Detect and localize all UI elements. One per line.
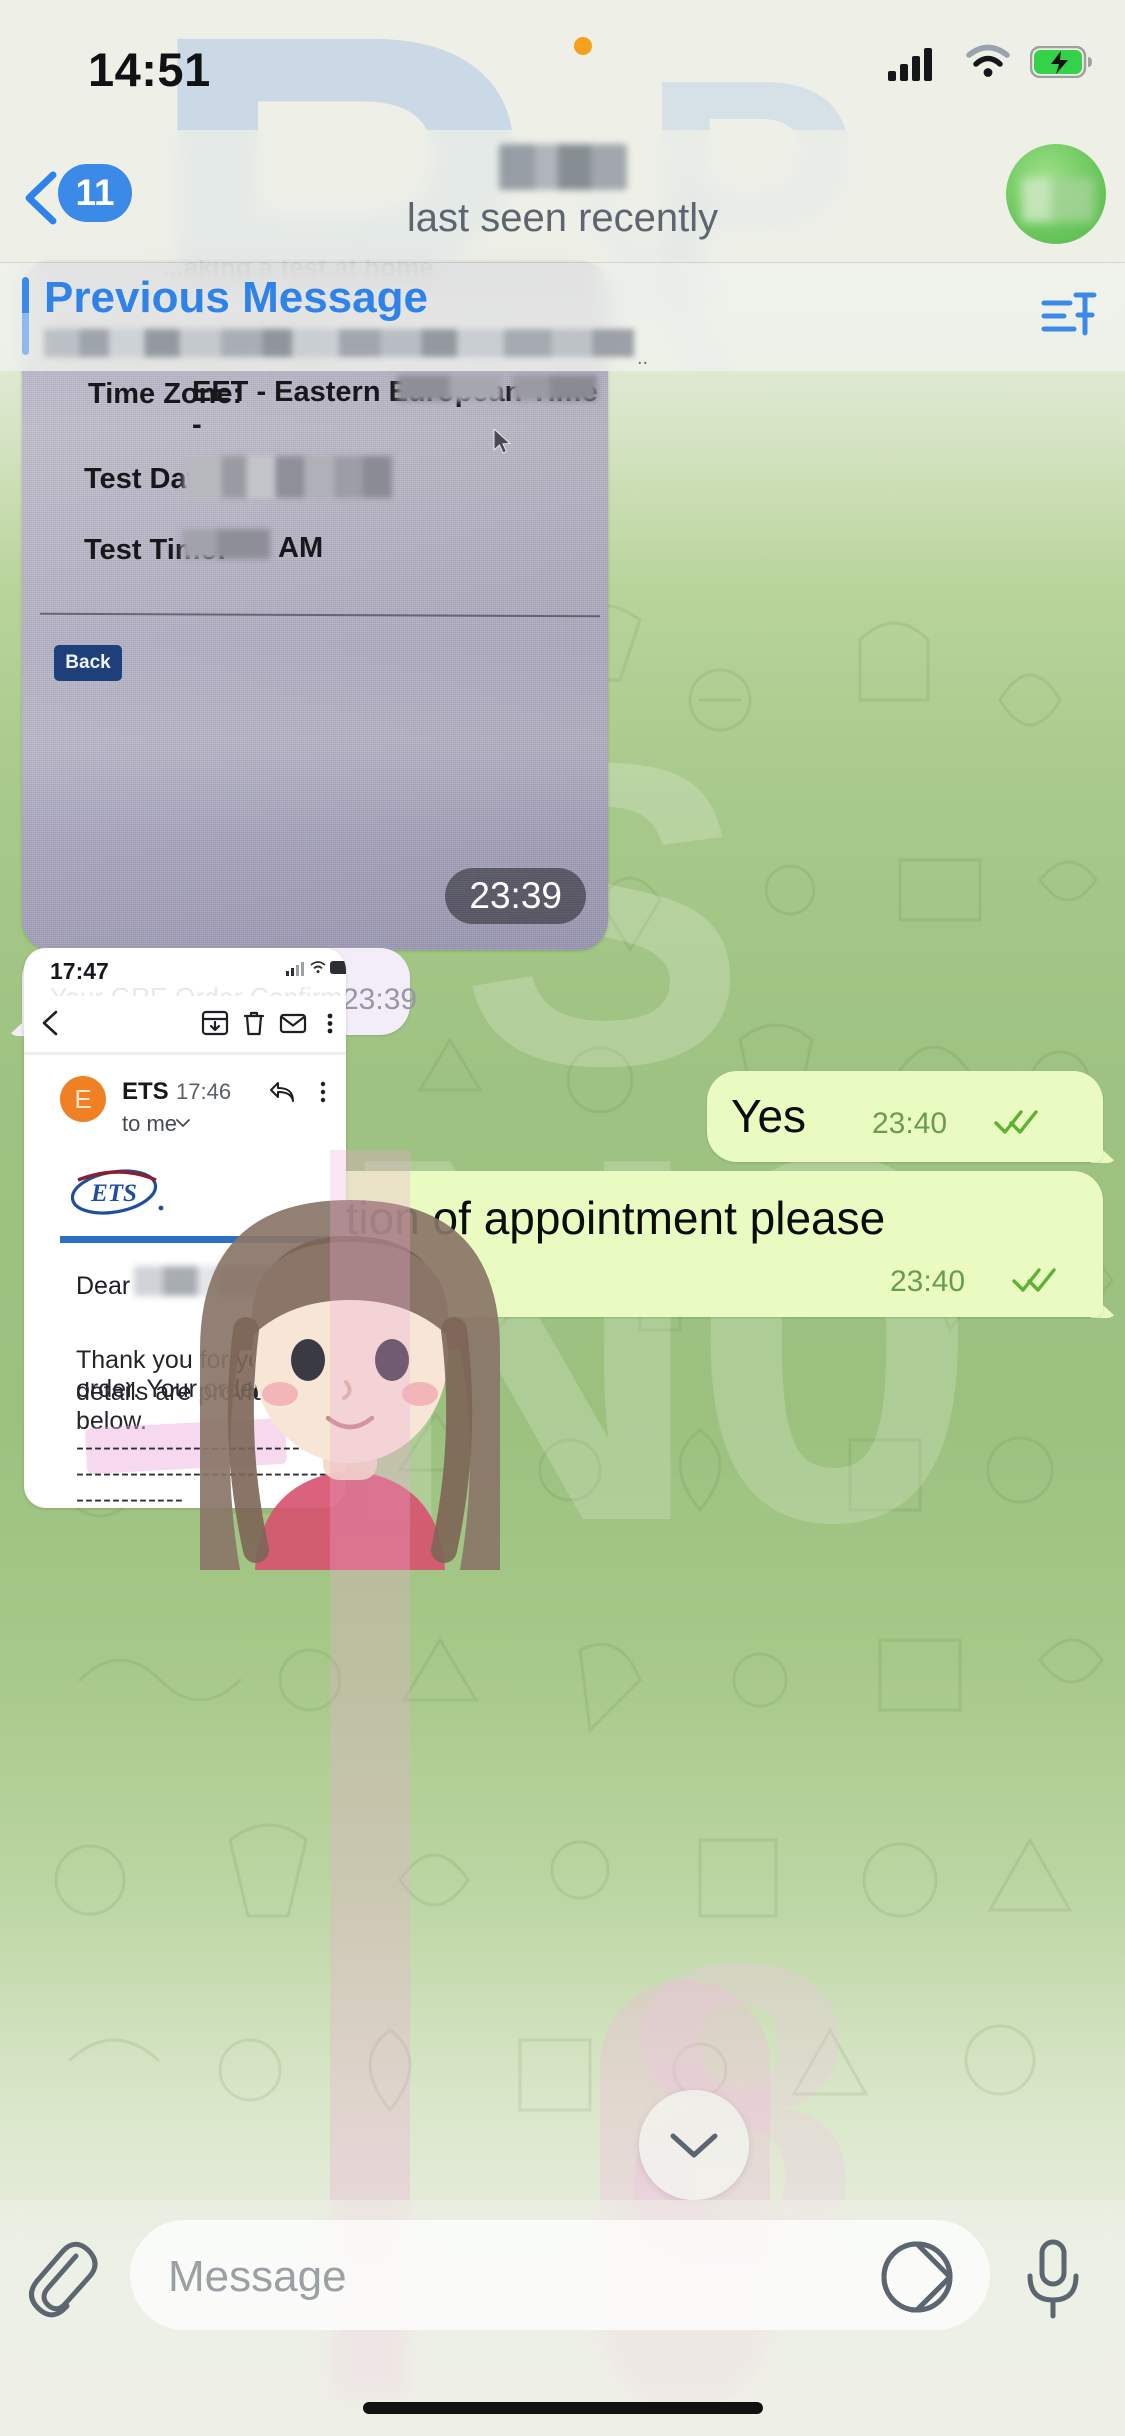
pinned-indicator-line bbox=[22, 277, 29, 355]
reply-icon[interactable] bbox=[268, 1079, 296, 1105]
avatar-redaction bbox=[1022, 178, 1094, 222]
wifi-icon bbox=[310, 961, 326, 974]
chevron-left-icon[interactable] bbox=[20, 170, 64, 226]
battery-icon bbox=[330, 961, 346, 974]
wifi-icon bbox=[966, 44, 1010, 77]
photo-testtime-value: AM bbox=[278, 532, 324, 564]
chat-header[interactable]: 11 last seen recently bbox=[0, 130, 1125, 263]
message-bubble-outgoing[interactable]: Yes 23:40 bbox=[707, 1071, 1103, 1162]
recording-dot-indicator bbox=[574, 37, 592, 55]
avatar[interactable] bbox=[1006, 144, 1106, 244]
email-received-time: 17:46 bbox=[176, 1079, 232, 1104]
chat-status: last seen recently bbox=[406, 196, 719, 240]
home-indicator bbox=[362, 2402, 763, 2414]
chat-name bbox=[498, 144, 627, 190]
svg-text:ETS: ETS bbox=[90, 1180, 137, 1207]
chat-title-block: last seen recently bbox=[0, 130, 1125, 241]
microphone-icon[interactable] bbox=[1022, 2238, 1084, 2320]
email-sender-name: ETS bbox=[122, 1078, 169, 1105]
photo-back-button: Back bbox=[54, 645, 122, 681]
cellular-signal-icon bbox=[286, 962, 304, 976]
back-icon[interactable] bbox=[38, 1008, 64, 1038]
message-time: 23:40 bbox=[872, 1107, 948, 1140]
message-input-bar[interactable]: Message bbox=[0, 2200, 1125, 2436]
battery-charging-icon bbox=[1030, 46, 1092, 78]
email-toolbar[interactable] bbox=[24, 996, 346, 1052]
pinned-message-title: Previous Message bbox=[44, 273, 428, 322]
pinned-message-bar[interactable]: Previous Message .. bbox=[0, 263, 1125, 371]
photo-redaction-block bbox=[184, 456, 392, 498]
status-bar: 14:51 bbox=[0, 0, 1125, 130]
message-input-placeholder: Message bbox=[168, 2252, 347, 2301]
email-clock: 17:47 bbox=[50, 958, 109, 984]
email-recipient[interactable]: to me bbox=[122, 1111, 177, 1137]
photo-redaction-block bbox=[182, 529, 270, 559]
photo-timestamp: 23:39 bbox=[445, 868, 586, 924]
scroll-to-bottom-circle[interactable] bbox=[639, 2090, 749, 2200]
photo-redaction-block bbox=[512, 375, 597, 401]
more-options-icon[interactable] bbox=[319, 1008, 341, 1038]
email-sender-avatar: E bbox=[60, 1076, 106, 1122]
pinned-preview-ellipsis: .. bbox=[637, 347, 649, 369]
more-options-icon[interactable] bbox=[313, 1079, 333, 1105]
pin-list-icon[interactable] bbox=[1040, 285, 1100, 345]
message-time: 23:39 bbox=[342, 983, 418, 1016]
read-double-check-icon bbox=[1012, 1268, 1056, 1292]
read-double-check-icon bbox=[994, 1110, 1038, 1134]
ets-logo-icon: ETS bbox=[70, 1169, 164, 1215]
pinned-message-preview bbox=[44, 329, 634, 357]
message-time: 23:40 bbox=[890, 1265, 966, 1298]
cellular-signal-icon bbox=[888, 48, 932, 81]
status-bar-clock: 14:51 bbox=[88, 43, 211, 96]
mark-unread-icon[interactable] bbox=[278, 1008, 308, 1038]
chevron-down-icon[interactable] bbox=[668, 2129, 720, 2161]
paperclip-icon[interactable] bbox=[22, 2238, 100, 2318]
email-greeting: Dear bbox=[76, 1272, 131, 1300]
photo-redaction-block bbox=[397, 375, 502, 401]
chevron-down-icon[interactable] bbox=[176, 1118, 190, 1128]
mouse-pointer-icon bbox=[493, 428, 512, 454]
trash-icon[interactable] bbox=[239, 1008, 269, 1038]
email-divider bbox=[24, 1052, 346, 1055]
archive-icon[interactable] bbox=[200, 1008, 230, 1038]
sticker-icon[interactable] bbox=[880, 2240, 954, 2314]
unread-count-badge[interactable]: 11 bbox=[58, 164, 132, 222]
message-text: Yes bbox=[731, 1090, 807, 1142]
